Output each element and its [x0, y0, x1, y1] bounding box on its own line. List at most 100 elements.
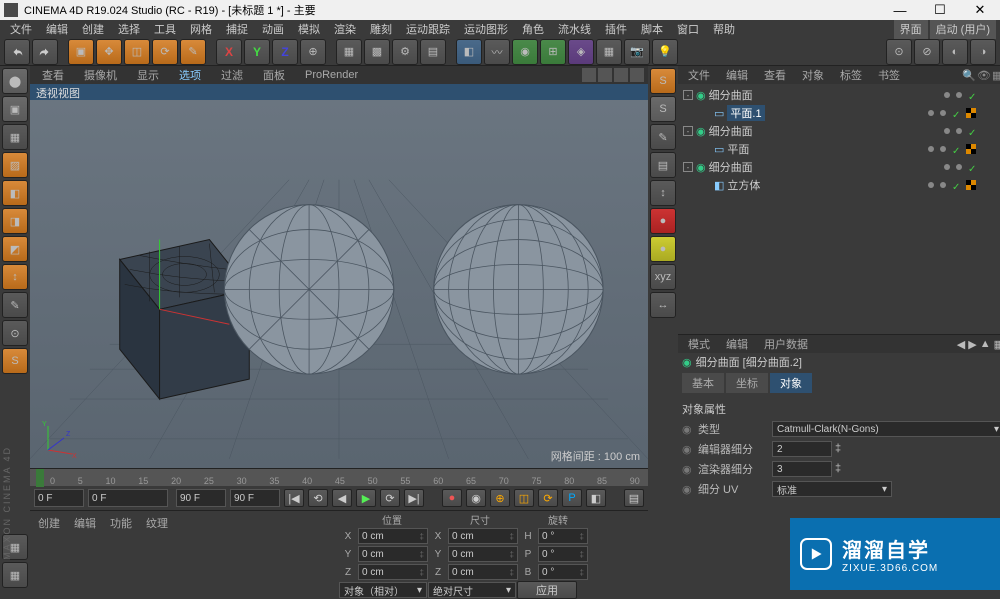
- tree-item-name[interactable]: 细分曲面: [709, 123, 753, 139]
- frame-start-input[interactable]: [34, 489, 84, 507]
- pos-y[interactable]: 0 cm: [358, 546, 428, 562]
- tree-item-name[interactable]: 细分曲面: [709, 87, 753, 103]
- minimize-button[interactable]: —: [880, 0, 920, 20]
- key-pos[interactable]: ⊕: [490, 489, 510, 507]
- menu-render[interactable]: 渲染: [328, 19, 362, 39]
- vp-tab-options[interactable]: 选项: [171, 65, 209, 85]
- camera-menu[interactable]: 📷: [624, 39, 650, 65]
- symmetry-toggle[interactable]: S: [2, 348, 28, 374]
- coord-apply[interactable]: 应用: [517, 581, 577, 599]
- tree-row[interactable]: ▭平面.1✓: [680, 104, 1000, 122]
- om-bookmarks[interactable]: 书签: [872, 65, 906, 85]
- attr-back[interactable]: ◀: [957, 338, 965, 351]
- goto-end[interactable]: ▶|: [404, 489, 424, 507]
- vp-tab-filter[interactable]: 过滤: [213, 65, 251, 85]
- object-tree[interactable]: -◉细分曲面✓▭平面.1✓-◉细分曲面✓▭平面✓-◉细分曲面✓◧立方体✓: [678, 84, 1000, 334]
- tree-item-name[interactable]: 平面.1: [727, 105, 764, 121]
- viewport-solo2[interactable]: ▦: [2, 562, 28, 588]
- y-axis-lock[interactable]: Y: [244, 39, 270, 65]
- om-tags[interactable]: 标签: [834, 65, 868, 85]
- menu-file[interactable]: 文件: [4, 19, 38, 39]
- menu-window[interactable]: 窗口: [671, 19, 705, 39]
- tree-row[interactable]: ◧立方体✓: [680, 176, 1000, 194]
- rotate-tool[interactable]: ⟳: [152, 39, 178, 65]
- menu-tracking[interactable]: 运动跟踪: [400, 19, 456, 39]
- om-edit[interactable]: 编辑: [720, 65, 754, 85]
- select-tool[interactable]: ▣: [68, 39, 94, 65]
- tree-expand[interactable]: -: [683, 162, 693, 172]
- redo-button[interactable]: [32, 39, 58, 65]
- frame-end2-input[interactable]: [230, 489, 280, 507]
- axis-mode[interactable]: ↕: [2, 264, 28, 290]
- key-scale[interactable]: ◫: [514, 489, 534, 507]
- attr-edit[interactable]: 编辑: [720, 334, 754, 354]
- tree-row[interactable]: ▭平面✓: [680, 140, 1000, 158]
- render-subdiv-input[interactable]: 3: [772, 461, 832, 477]
- coord-mode1[interactable]: 对象（相对）▾: [339, 582, 427, 598]
- playback-options[interactable]: ▤: [624, 489, 644, 507]
- ms-2[interactable]: S: [650, 96, 676, 122]
- snap-toggle[interactable]: ⊙: [2, 320, 28, 346]
- content-browser[interactable]: ⊙: [886, 39, 912, 65]
- size-y[interactable]: 0 cm: [448, 546, 518, 562]
- layout-dropdown[interactable]: 启动 (用户): [930, 19, 996, 39]
- mat-tab-function[interactable]: 功能: [104, 513, 138, 533]
- render-region[interactable]: ▩: [364, 39, 390, 65]
- key-param[interactable]: P: [562, 489, 582, 507]
- polygon-mode[interactable]: ◩: [2, 236, 28, 262]
- model-mode[interactable]: ▣: [2, 96, 28, 122]
- point-mode[interactable]: ◧: [2, 180, 28, 206]
- menu-edit[interactable]: 编辑: [40, 19, 74, 39]
- attr-userdata[interactable]: 用户数据: [758, 334, 814, 354]
- mat-tab-edit[interactable]: 编辑: [68, 513, 102, 533]
- vp-tab-camera[interactable]: 摄像机: [76, 65, 125, 85]
- record-key[interactable]: ●: [442, 489, 462, 507]
- menu-sculpt[interactable]: 雕刻: [364, 19, 398, 39]
- attr-up[interactable]: ▲: [980, 338, 991, 351]
- render-settings[interactable]: ⚙: [392, 39, 418, 65]
- rot-h[interactable]: 0 °: [538, 528, 588, 544]
- key-rot[interactable]: ⟳: [538, 489, 558, 507]
- coord-system[interactable]: ⊕: [300, 39, 326, 65]
- om-view[interactable]: 查看: [758, 65, 792, 85]
- tweak-mode[interactable]: ✎: [2, 292, 28, 318]
- menu-create[interactable]: 创建: [76, 19, 110, 39]
- close-button[interactable]: ✕: [960, 0, 1000, 20]
- timeline[interactable]: 0510 152025 303540 455055 606570 758085 …: [30, 468, 648, 486]
- last-tool[interactable]: ✎: [180, 39, 206, 65]
- menu-mograph[interactable]: 运动图形: [458, 19, 514, 39]
- ms-4[interactable]: ▤: [650, 152, 676, 178]
- menu-character[interactable]: 角色: [516, 19, 550, 39]
- attr-menu[interactable]: ▦: [994, 338, 1000, 351]
- vp-icon-1[interactable]: [582, 68, 596, 82]
- ms-1[interactable]: S: [650, 68, 676, 94]
- frame-current-input[interactable]: [88, 489, 168, 507]
- rot-b[interactable]: 0 °: [538, 564, 588, 580]
- tree-item-name[interactable]: 立方体: [727, 177, 760, 193]
- generator-menu[interactable]: ◉: [512, 39, 538, 65]
- edge-mode[interactable]: ◨: [2, 208, 28, 234]
- menu-simulate[interactable]: 模拟: [292, 19, 326, 39]
- environment-menu[interactable]: ▦: [596, 39, 622, 65]
- z-axis-lock[interactable]: Z: [272, 39, 298, 65]
- layout-label[interactable]: 界面: [894, 19, 928, 39]
- step-back[interactable]: ⟲: [308, 489, 328, 507]
- vp-icon-3[interactable]: [614, 68, 628, 82]
- tree-expand[interactable]: -: [683, 90, 693, 100]
- menu-tools[interactable]: 工具: [148, 19, 182, 39]
- coord-mode2[interactable]: 绝对尺寸▾: [428, 582, 516, 598]
- goto-start[interactable]: |◀: [284, 489, 304, 507]
- attr-tab-object[interactable]: 对象: [770, 373, 812, 393]
- vp-icon-4[interactable]: [630, 68, 644, 82]
- attr-tab-basic[interactable]: 基本: [682, 373, 724, 393]
- step-forward[interactable]: ⟳: [380, 489, 400, 507]
- tree-row[interactable]: -◉细分曲面✓: [680, 158, 1000, 176]
- move-tool[interactable]: ✥: [96, 39, 122, 65]
- ms-3[interactable]: ✎: [650, 124, 676, 150]
- light-menu[interactable]: 💡: [652, 39, 678, 65]
- ms-8[interactable]: xyz: [650, 264, 676, 290]
- key-pla[interactable]: ◧: [586, 489, 606, 507]
- structure-manager[interactable]: ⊘: [914, 39, 940, 65]
- pos-x[interactable]: 0 cm: [358, 528, 428, 544]
- om-eye-icon[interactable]: 👁: [977, 69, 989, 81]
